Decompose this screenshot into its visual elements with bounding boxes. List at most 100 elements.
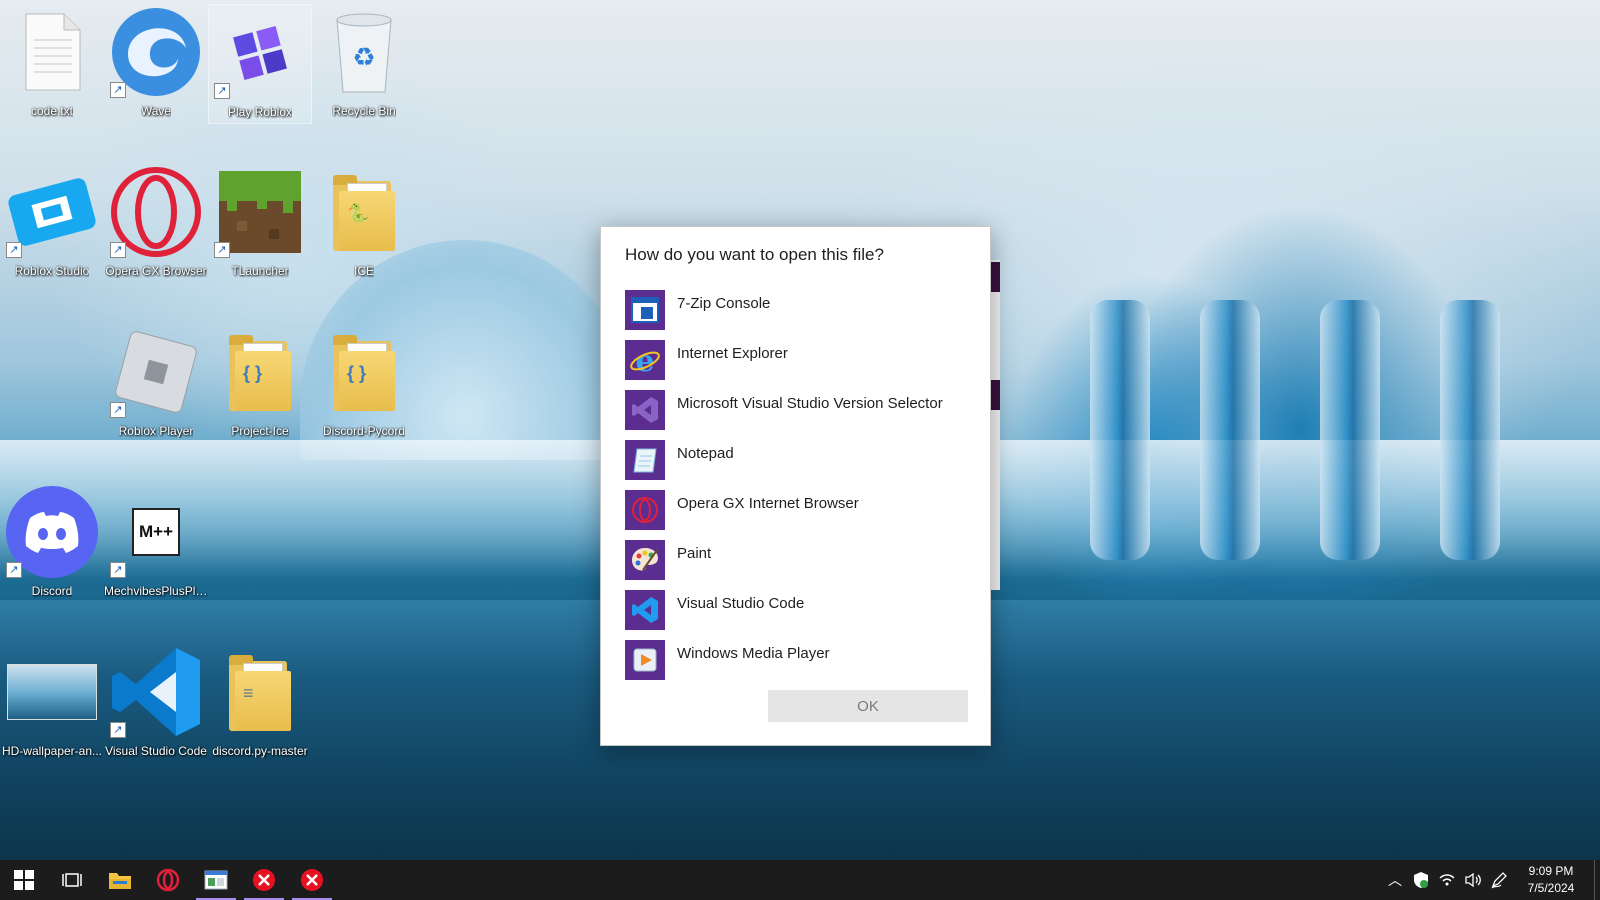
desktop-icon-opera-gx[interactable]: ↗ Opera GX Browser — [104, 164, 208, 284]
background-window-edge — [991, 260, 1000, 590]
wifi-icon — [1439, 874, 1455, 886]
vscode-icon — [632, 597, 658, 623]
taskbar-app-window[interactable] — [192, 860, 240, 900]
desktop-icon-label: Discord — [31, 584, 73, 598]
desktop-icon-play-roblox[interactable]: ↗ Play Roblox — [208, 4, 312, 124]
desktop-icon-mechvibes[interactable]: M++ ↗ MechvibesPlusPlus — [104, 484, 208, 604]
shortcut-arrow-icon: ↗ — [6, 242, 22, 258]
start-button[interactable] — [0, 860, 48, 900]
desktop-icon-recycle-bin[interactable]: ♻ Recycle Bin — [312, 4, 416, 124]
network-tray-button[interactable] — [1434, 860, 1460, 900]
app-option-windows-media-player[interactable]: Windows Media Player — [625, 635, 975, 685]
task-view-icon — [62, 873, 82, 887]
desktop-icon-ice[interactable]: 🐍 ICE — [312, 164, 416, 284]
desktop-icon-label: ICE — [353, 264, 374, 278]
desktop-icon-discord-pycord[interactable]: { } Discord-Pycord — [312, 324, 416, 444]
app-option-vs-version-selector[interactable]: Microsoft Visual Studio Version Selector — [625, 385, 975, 435]
clock-date: 7/5/2024 — [1527, 881, 1575, 895]
desktop-icon-code-txt[interactable]: code.txt — [0, 4, 104, 124]
app-name: Windows Media Player — [677, 644, 830, 662]
play-roblox-icon — [233, 26, 287, 80]
pen-tray-button[interactable] — [1486, 860, 1512, 900]
app-option-notepad[interactable]: Notepad — [625, 435, 975, 485]
app-name: Notepad — [677, 444, 734, 462]
volume-icon — [1465, 872, 1481, 888]
desktop-icon-label: Wave — [140, 104, 172, 118]
app-name: Microsoft Visual Studio Version Selector — [677, 394, 943, 412]
taskbar-clock[interactable]: 9:09 PM 7/5/2024 — [1512, 863, 1590, 897]
error-app-icon — [253, 869, 275, 891]
text-file-icon — [25, 13, 81, 91]
desktop-icon-label: Project-Ice — [231, 424, 289, 438]
desktop-icon-label: TLauncher — [231, 264, 289, 278]
folder-icon: ≡ — [229, 653, 291, 731]
app-name: Internet Explorer — [677, 344, 788, 362]
open-with-dialog: How do you want to open this file? 7-Zip… — [600, 226, 991, 746]
image-thumbnail-icon — [7, 664, 97, 720]
visual-studio-icon — [632, 397, 658, 423]
taskbar: ︿ 9:09 PM 7/5/2024 — [0, 860, 1600, 900]
shortcut-arrow-icon: ↗ — [214, 83, 230, 99]
desktop-icon-discord-py-master[interactable]: ≡ discord.py-master — [208, 644, 312, 764]
taskbar-file-explorer[interactable] — [96, 860, 144, 900]
app-option-paint[interactable]: Paint — [625, 535, 975, 585]
notepad-icon — [633, 448, 657, 473]
console-window-icon — [631, 297, 659, 323]
media-player-icon — [633, 648, 657, 672]
show-desktop-button[interactable] — [1594, 860, 1600, 900]
ice-pillar — [1440, 300, 1500, 560]
desktop-icon-label: Play Roblox — [227, 105, 293, 119]
shortcut-arrow-icon: ↗ — [6, 562, 22, 578]
task-view-button[interactable] — [48, 860, 96, 900]
dialog-title: How do you want to open this file? — [625, 245, 884, 264]
desktop-icon-label: Opera GX Browser — [105, 264, 207, 278]
taskbar-error-app-2[interactable] — [288, 860, 336, 900]
shortcut-arrow-icon: ↗ — [110, 402, 126, 418]
python-folder-icon: 🐍 — [333, 173, 395, 251]
app-option-vscode[interactable]: Visual Studio Code — [625, 585, 975, 635]
ice-pillar — [1200, 300, 1260, 560]
desktop-icon-hd-wallpaper[interactable]: HD-wallpaper-an... — [0, 644, 104, 764]
mechvibes-icon: M++ — [132, 508, 180, 556]
shortcut-arrow-icon: ↗ — [214, 242, 230, 258]
ice-pillar — [1320, 300, 1380, 560]
app-name: Visual Studio Code — [677, 594, 805, 612]
system-tray: ︿ 9:09 PM 7/5/2024 — [1382, 860, 1600, 900]
security-tray-button[interactable] — [1408, 860, 1434, 900]
volume-tray-button[interactable] — [1460, 860, 1486, 900]
app-option-opera-gx[interactable]: Opera GX Internet Browser — [625, 485, 975, 535]
internet-explorer-icon: e — [630, 344, 660, 376]
error-app-icon — [301, 869, 323, 891]
clock-time: 9:09 PM — [1528, 864, 1574, 878]
app-name: 7-Zip Console — [677, 294, 771, 312]
code-folder-icon: { } — [333, 333, 395, 411]
desktop-icon-roblox-studio[interactable]: ↗ Roblox Studio — [0, 164, 104, 284]
ice-pillar — [1090, 300, 1150, 560]
desktop-icon-label: Visual Studio Code — [105, 744, 207, 758]
svg-text:♻: ♻ — [352, 42, 375, 72]
opera-gx-icon — [156, 868, 180, 892]
desktop-icon-label: Recycle Bin — [332, 104, 396, 118]
svg-text:e: e — [635, 344, 654, 376]
app-option-internet-explorer[interactable]: e Internet Explorer — [625, 335, 975, 385]
security-shield-icon — [1414, 872, 1428, 888]
desktop-icon-label: Discord-Pycord — [322, 424, 406, 438]
windows-start-icon — [14, 870, 34, 890]
desktop-icon-label: Roblox Studio — [14, 264, 90, 278]
desktop-icon-vscode[interactable]: ↗ Visual Studio Code — [104, 644, 208, 764]
show-hidden-icons-button[interactable]: ︿ — [1382, 860, 1408, 900]
desktop-icon-tlauncher[interactable]: ↗ TLauncher — [208, 164, 312, 284]
desktop-icon-roblox-player[interactable]: ↗ Roblox Player — [104, 324, 208, 444]
desktop-icon-discord[interactable]: ↗ Discord — [0, 484, 104, 604]
window-app-icon — [204, 870, 228, 890]
chevron-up-icon: ︿ — [1388, 872, 1402, 888]
desktop-icon-label: MechvibesPlusPlus — [104, 584, 208, 598]
desktop-icon-wave[interactable]: ↗ Wave — [104, 4, 208, 124]
app-option-7zip-console[interactable]: 7-Zip Console — [625, 285, 975, 335]
taskbar-opera-gx[interactable] — [144, 860, 192, 900]
app-list: 7-Zip Console e Internet Explorer Micros… — [625, 285, 975, 685]
file-explorer-icon — [109, 873, 131, 889]
ok-button[interactable]: OK — [768, 690, 968, 722]
taskbar-error-app-1[interactable] — [240, 860, 288, 900]
desktop-icon-project-ice[interactable]: { } Project-Ice — [208, 324, 312, 444]
